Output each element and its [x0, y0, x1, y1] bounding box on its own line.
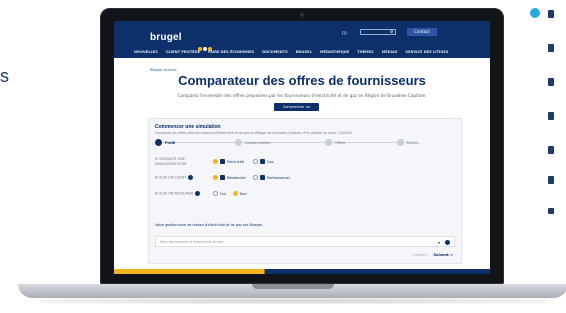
stepper-line [159, 142, 409, 143]
start-simulation-button[interactable]: Commencer un simulateur [274, 103, 319, 117]
radio-selected-icon [213, 159, 218, 164]
info-icon[interactable] [195, 191, 201, 196]
simulation-title: Commencer une simulation [155, 124, 221, 130]
bullet-dot-icon [530, 8, 540, 18]
wizard-navigation: < Retour Suivant > [411, 253, 453, 257]
info-icon[interactable] [445, 240, 450, 245]
radio-icon [253, 175, 258, 180]
option-label: Électricité [227, 159, 244, 164]
text-fragment [548, 78, 554, 86]
previous-button[interactable]: < Retour [411, 253, 427, 257]
briefcase-icon [260, 175, 265, 180]
step-marker-icon [235, 139, 242, 146]
checkbox-icon [253, 159, 258, 164]
nav-item[interactable]: THÈMES [357, 50, 374, 54]
option-label: Professionnel [267, 175, 290, 180]
option-label: Gaz [267, 159, 274, 164]
step-offres[interactable]: Offres [325, 139, 345, 146]
nav-item[interactable]: MÉDIAS [382, 50, 398, 54]
nav-item[interactable]: NOUVELLES [134, 50, 158, 54]
breadcrumb[interactable]: Région connue [150, 68, 177, 72]
step-label: Consommation [245, 140, 271, 145]
question-label: Je suis un client [155, 175, 187, 180]
step-label: Offres [335, 140, 346, 145]
select-placeholder: Mon fournisseur d'électricité actuel [160, 240, 224, 244]
option-residentiel[interactable]: Résidentiel [213, 175, 246, 180]
info-icon[interactable] [188, 175, 194, 180]
option-non[interactable]: Non [233, 191, 247, 196]
laptop-screen: brugel FR Contact NOUVELLES CLIENT PROTÉ… [114, 21, 490, 274]
option-gaz[interactable]: Gaz [253, 159, 274, 164]
home-icon [220, 175, 225, 180]
simulation-description: Comparez les offres des fournisseurs d'é… [155, 131, 352, 135]
site-footer-strip [114, 269, 490, 274]
option-electricite[interactable]: Électricité [213, 159, 244, 164]
question-simulation-type: Je souhaite une simulation pour [155, 157, 187, 166]
laptop-shadow [40, 298, 546, 304]
site-logo[interactable]: brugel [150, 32, 182, 43]
laptop-lid: brugel FR Contact NOUVELLES CLIENT PROTÉ… [100, 8, 504, 284]
text-fragment [548, 10, 554, 18]
radio-icon [213, 191, 218, 196]
step-marker-icon [325, 139, 332, 146]
question-prosumer: Je suis un prosumer [155, 191, 201, 196]
step-label: Détails [407, 140, 419, 145]
text-fragment [548, 208, 554, 214]
current-supplier-select[interactable]: Mon fournisseur d'électricité actuel ▾ [155, 236, 455, 247]
main-nav: NOUVELLES CLIENT PROTÉGÉ FAIRE DES ÉCONO… [134, 50, 448, 54]
stage: s brugel FR Contact NOUVELLES CLIENT PRO… [0, 0, 566, 313]
step-profil[interactable]: Profil [155, 139, 175, 146]
option-label: Non [240, 191, 247, 196]
step-consommation[interactable]: Consommation [235, 139, 271, 146]
edge-text: s [0, 66, 9, 86]
text-fragment [548, 112, 554, 120]
contact-button[interactable]: Contact [407, 28, 437, 36]
page-title: Comparateur des offres de fournisseurs [178, 73, 426, 88]
step-marker-icon [155, 139, 162, 146]
chevron-down-icon: ▾ [437, 240, 440, 245]
option-professionnel[interactable]: Professionnel [253, 175, 290, 180]
search-icon [390, 30, 393, 33]
camera-icon [300, 13, 304, 17]
page-subtitle: Comparez l'ensemble des offres proposées… [177, 93, 427, 98]
nav-item[interactable]: MÉDIATHÈQUE [320, 50, 349, 54]
radio-selected-icon [233, 191, 238, 196]
nav-item[interactable]: BRUGEL [296, 50, 312, 54]
nav-item[interactable]: SERVICE DES LITIGES [405, 50, 448, 54]
right-decoration [528, 0, 566, 313]
network-note: Votre gestionnaire de réseau d'électrici… [155, 223, 263, 227]
radio-selected-icon [213, 175, 218, 180]
question-client-type: Je suis un client [155, 175, 194, 180]
next-button[interactable]: Suivant > [433, 253, 453, 257]
search-input[interactable] [360, 29, 396, 35]
option-label: Oui [220, 191, 226, 196]
option-oui[interactable]: Oui [213, 191, 226, 196]
text-fragment [548, 146, 554, 154]
step-details[interactable]: Détails [397, 139, 419, 146]
text-fragment [548, 176, 554, 184]
text-fragment [548, 44, 554, 52]
flame-icon [260, 159, 265, 164]
nav-item[interactable]: CLIENT PROTÉGÉ [166, 50, 200, 54]
simulation-panel: Commencer une simulation Comparez les of… [148, 118, 462, 264]
site-header: brugel FR Contact NOUVELLES CLIENT PROTÉ… [114, 21, 490, 58]
step-label: Profil [165, 140, 176, 145]
option-label: Résidentiel [227, 175, 246, 180]
laptop-base [18, 284, 566, 298]
nav-item[interactable]: DOCUMENTS [262, 50, 288, 54]
question-label: Je suis un prosumer [155, 191, 194, 196]
nav-item[interactable]: FAIRE DES ÉCONOMIES [208, 50, 254, 54]
lightning-icon [220, 159, 225, 164]
step-marker-icon [397, 139, 404, 146]
laptop-notch [252, 284, 334, 289]
language-switch[interactable]: FR [342, 31, 347, 36]
